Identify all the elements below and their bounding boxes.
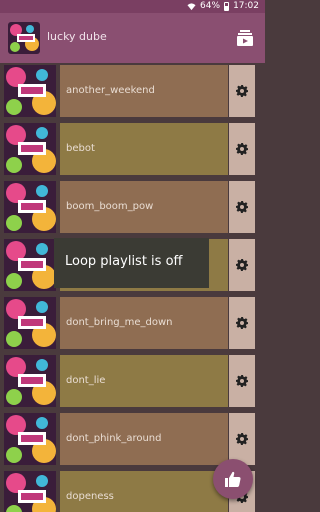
gear-icon [236,375,248,387]
song-title: dont_bring_me_down [66,317,173,328]
song-title: bebot [66,143,95,154]
song-row[interactable]: dont_phink_around [4,413,255,465]
song-title: another_weekend [66,85,155,96]
song-row[interactable]: dont_lie [4,355,255,407]
song-settings-button[interactable] [229,413,255,465]
gear-icon [236,259,248,271]
music-art-icon [4,65,56,117]
song-label-area[interactable]: dont_lie [60,355,228,407]
clock: 17:02 [233,1,259,11]
music-art-icon [4,239,56,291]
toast-message: Loop playlist is off [65,254,183,269]
thumbs-up-icon [225,471,241,487]
song-label-area[interactable]: boom_boom_pow [60,181,228,233]
song-label-area[interactable]: bebot [60,123,228,175]
toast: Loop playlist is off [54,238,209,288]
status-bar: 64% 17:02 [0,0,265,13]
gear-icon [236,433,248,445]
song-title: boom_boom_pow [66,201,154,212]
song-settings-button[interactable] [229,181,255,233]
song-label-area[interactable]: dont_phink_around [60,413,228,465]
wifi-icon [187,2,196,10]
gear-icon [236,85,248,97]
song-settings-button[interactable] [229,297,255,349]
battery-icon [224,1,230,11]
gear-icon [236,201,248,213]
music-art-icon [4,471,56,512]
song-title: dopeness [66,491,114,502]
battery-percentage: 64% [200,1,221,11]
app-bar: lucky dube [0,13,265,63]
song-row[interactable]: another_weekend [4,65,255,117]
song-row[interactable]: boom_boom_pow [4,181,255,233]
music-art-icon [4,413,56,465]
music-art-icon [4,355,56,407]
gear-icon [236,143,248,155]
song-settings-button[interactable] [229,123,255,175]
music-art-icon [4,181,56,233]
song-title: dont_lie [66,375,106,386]
app-title: lucky dube [47,30,107,43]
song-label-area[interactable]: another_weekend [60,65,228,117]
song-settings-button[interactable] [229,239,255,291]
gear-icon [236,317,248,329]
song-title: dont_phink_around [66,433,162,444]
song-label-area[interactable]: dopeness [60,471,228,512]
music-art-icon [4,123,56,175]
song-label-area[interactable]: dont_bring_me_down [60,297,228,349]
playlist-icon[interactable] [237,30,253,46]
music-art-icon [8,22,40,54]
status-icons: 64% 17:02 [187,1,259,11]
music-art-icon [4,297,56,349]
song-settings-button[interactable] [229,65,255,117]
like-button[interactable] [213,459,253,499]
song-row[interactable]: bebot [4,123,255,175]
song-settings-button[interactable] [229,355,255,407]
song-row[interactable]: dont_bring_me_down [4,297,255,349]
